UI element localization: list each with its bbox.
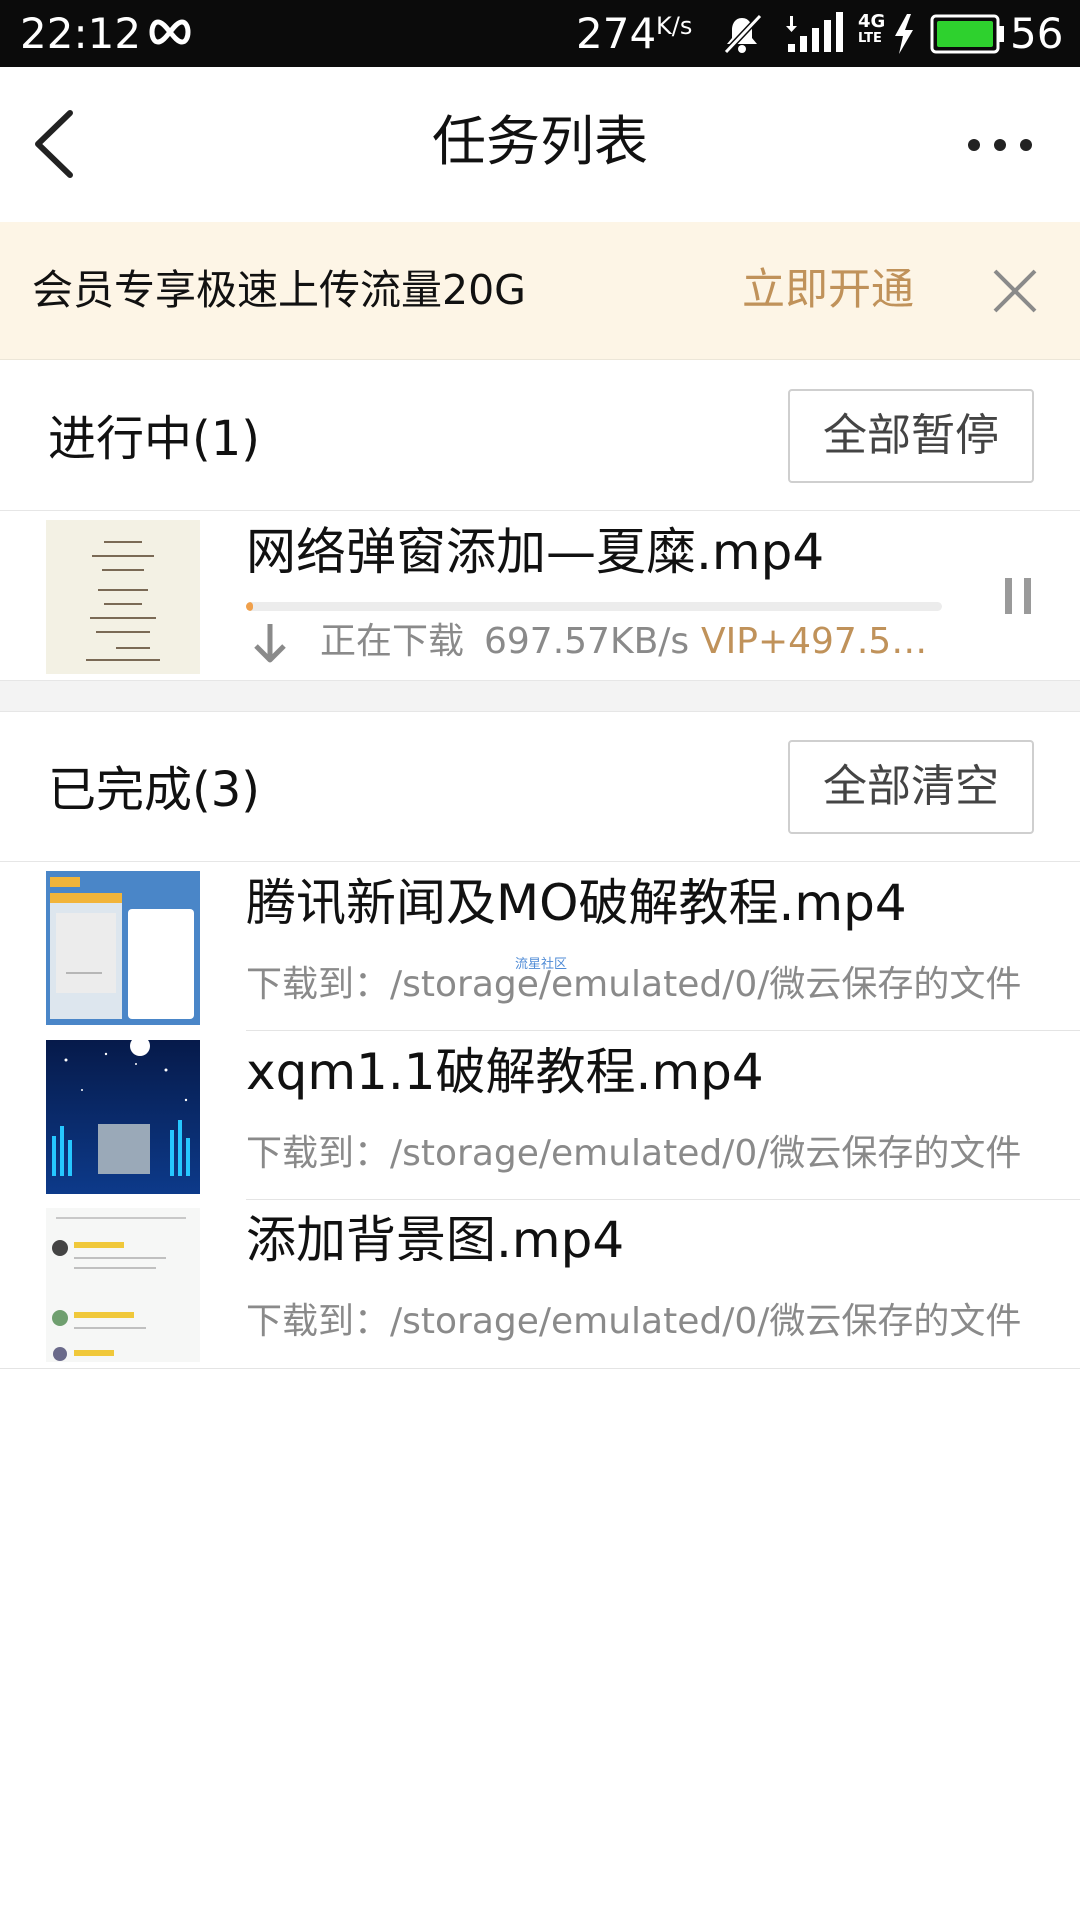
video-thumbnail	[46, 520, 200, 674]
file-name: 添加背景图.mp4	[246, 1211, 625, 1269]
row-divider	[246, 1030, 1080, 1031]
battery-level: 56	[1010, 9, 1064, 58]
download-arrow-icon	[254, 624, 286, 663]
pause-all-button[interactable]: 全部暂停	[788, 389, 1034, 483]
network-type-bottom: LTE	[858, 31, 882, 46]
video-thumbnail	[46, 871, 200, 1025]
battery-icon	[930, 14, 1004, 54]
download-progress-fill	[246, 602, 253, 611]
promo-banner: 会员专享极速上传流量20G 立即开通	[0, 222, 1080, 360]
completed-row[interactable]: 添加背景图.mp4 下载到：/storage/emulated/0/微云保存的文…	[0, 1200, 1080, 1368]
file-path: 下载到：/storage/emulated/0/微云保存的文件	[246, 1133, 1022, 1174]
app-header: 任务列表	[0, 67, 1080, 222]
completed-header: 已完成(3) 全部清空	[0, 712, 1080, 862]
in-progress-header: 进行中(1) 全部暂停	[0, 361, 1080, 511]
mute-icon	[723, 13, 763, 55]
more-options-button[interactable]	[965, 127, 1035, 163]
network-type: 4G LTE	[858, 12, 885, 46]
network-speed: 274	[576, 9, 657, 58]
completed-row[interactable]: 腾讯新闻及MO破解教程.mp4 下载到：/storage/emulated/0/…	[0, 863, 1080, 1031]
network-type-top: 4G	[858, 11, 886, 32]
status-bar: 22:12 274 K/s 4G LTE 56	[0, 0, 1080, 67]
video-thumbnail	[46, 1040, 200, 1194]
infinity-icon	[149, 19, 191, 45]
download-progress-bar	[246, 602, 942, 611]
video-thumbnail	[46, 1208, 200, 1362]
vip-speed: VIP+497.57K...	[701, 621, 941, 662]
file-name: 腾讯新闻及MO破解教程.mp4	[246, 874, 907, 932]
signal-icon	[786, 12, 843, 52]
status-time: 22:12	[20, 9, 142, 58]
network-speed-unit: K/s	[656, 12, 693, 40]
page-title: 任务列表	[432, 110, 648, 173]
file-path: 下载到：/storage/emulated/0/微云保存的文件	[246, 964, 1022, 1005]
download-speed: 697.57KB/s	[484, 621, 690, 662]
file-name: xqm1.1破解教程.mp4	[246, 1043, 764, 1101]
activate-now-button[interactable]: 立即开通	[742, 264, 914, 316]
watermark: 流星社区	[515, 957, 568, 972]
charging-icon	[895, 14, 913, 54]
in-progress-title: 进行中(1)	[48, 411, 260, 467]
pause-icon[interactable]	[1000, 574, 1036, 618]
file-name: 网络弹窗添加—夏糜.mp4	[246, 523, 825, 581]
promo-text: 会员专享极速上传流量20G	[32, 266, 526, 314]
completed-row[interactable]: xqm1.1破解教程.mp4 下载到：/storage/emulated/0/微…	[0, 1032, 1080, 1200]
close-icon[interactable]	[990, 266, 1040, 316]
section-separator	[0, 680, 1080, 712]
download-row[interactable]: 网络弹窗添加—夏糜.mp4 正在下载 697.57KB/s VIP+497.57…	[0, 512, 1080, 680]
list-bottom-divider	[0, 1368, 1080, 1369]
download-status: 正在下载	[320, 621, 465, 662]
file-path: 下载到：/storage/emulated/0/微云保存的文件	[246, 1301, 1022, 1342]
completed-title: 已完成(3)	[48, 762, 260, 818]
clear-all-button[interactable]: 全部清空	[788, 740, 1034, 834]
